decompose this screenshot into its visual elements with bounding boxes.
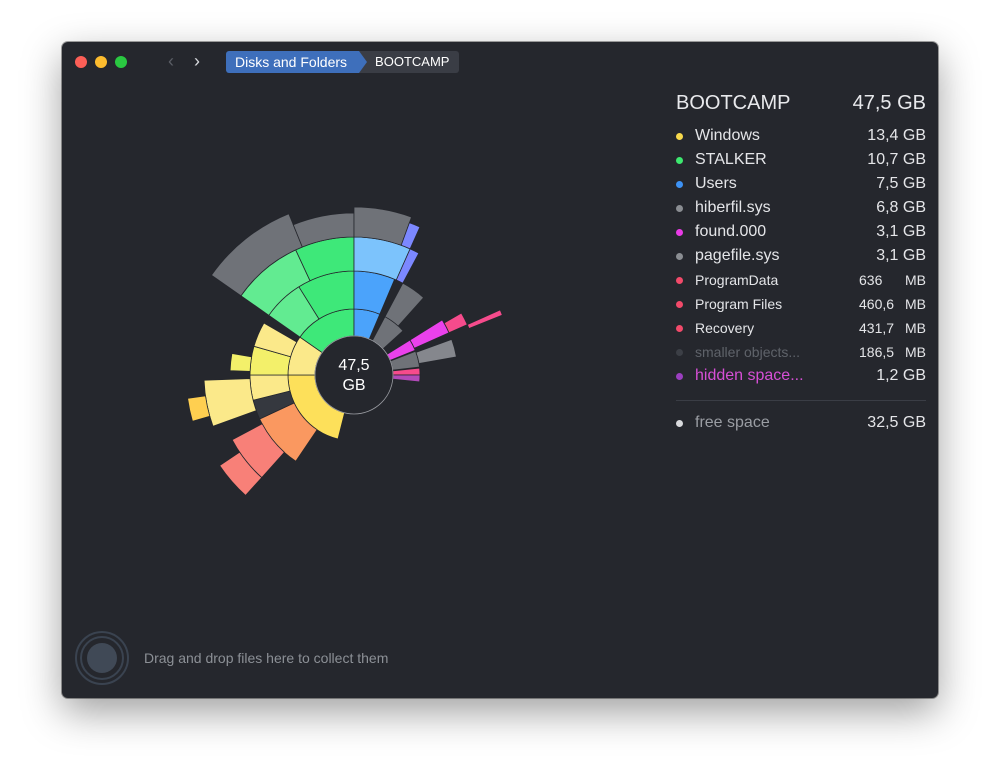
free-space-label: free space (695, 414, 770, 431)
free-space-row[interactable]: free space 32,5 GB (676, 411, 926, 435)
center-unit: GB (342, 377, 365, 394)
summary-item-size: 1,2 GB (876, 367, 926, 384)
summary-item-size: 460,6 MB (859, 296, 926, 312)
programdata-sub-segment[interactable] (443, 312, 468, 334)
legend-dot-icon (676, 348, 683, 356)
windows-sub-segment[interactable] (229, 353, 253, 372)
summary-list: Windows 13,4 GB STALKER 10,7 GB Users 7,5 GB h… (676, 124, 926, 388)
disk-name: BOOTCAMP (676, 92, 791, 114)
summary-item-size: 10,7 GB (867, 151, 926, 168)
legend-dot-icon (676, 228, 683, 236)
summary-item[interactable]: found.000 3,1 GB (676, 220, 926, 244)
summary-divider (676, 400, 926, 401)
programdata-sub-segment[interactable] (466, 309, 503, 330)
windows-sub-segment[interactable] (203, 378, 257, 427)
center-value: 47,5 (338, 357, 369, 374)
summary-item-size: 186,5 MB (859, 344, 926, 360)
summary-item[interactable]: Program Files 460,6 MB (676, 292, 926, 316)
summary-header: BOOTCAMP 47,5 GB (676, 90, 926, 116)
summary-item-name: hidden space... (695, 367, 804, 384)
summary-item-name: hiberfil.sys (695, 199, 771, 216)
summary-item[interactable]: hidden space... 1,2 GB (676, 364, 926, 388)
summary-item-name: smaller objects... (695, 344, 801, 360)
sunburst-chart[interactable]: 47,5 GB (62, 42, 622, 602)
summary-item-size-unit: MB (905, 344, 926, 360)
summary-item[interactable]: Users 7,5 GB (676, 172, 926, 196)
hidden-space-segment[interactable] (392, 374, 421, 383)
summary-item-name: Program Files (695, 296, 783, 312)
summary-item-size: 636 MB (859, 272, 926, 288)
summary-item-name: STALKER (695, 151, 767, 168)
dropzone-hint: Drag and drop files here to collect them (144, 650, 389, 666)
legend-dot-icon (676, 372, 683, 380)
summary-item-size: 13,4 GB (867, 127, 926, 144)
legend-dot-icon (676, 419, 683, 427)
users-sub-segment[interactable] (353, 270, 396, 315)
summary-item-size: 6,8 GB (876, 199, 926, 216)
summary-item-size: 7,5 GB (876, 175, 926, 192)
legend-dot-icon (676, 252, 683, 260)
summary-item-size: 3,1 GB (876, 223, 926, 240)
legend-dot-icon (676, 132, 683, 140)
summary-item-name: Windows (695, 127, 760, 144)
windows-sub-segment[interactable] (187, 395, 211, 422)
summary-item-size-value: 460,6 (859, 296, 895, 312)
summary-item-size-unit: MB (905, 320, 926, 336)
summary-item-size-unit: MB (905, 272, 926, 288)
summary-item[interactable]: hiberfil.sys 6,8 GB (676, 196, 926, 220)
summary-item[interactable]: smaller objects... 186,5 MB (676, 340, 926, 364)
summary-item-size-value: 186,5 (859, 344, 895, 360)
summary-item-size-value: 636 (859, 272, 883, 288)
summary-item-name: Recovery (695, 320, 755, 336)
legend-dot-icon (676, 180, 683, 188)
summary-item[interactable]: STALKER 10,7 GB (676, 148, 926, 172)
summary-item-size: 3,1 GB (876, 247, 926, 264)
legend-dot-icon (676, 156, 683, 164)
summary-panel: BOOTCAMP 47,5 GB Windows 13,4 GB STALKER 10… (676, 90, 926, 435)
legend-dot-icon (676, 324, 683, 332)
summary-item-size-unit: MB (905, 296, 926, 312)
summary-item[interactable]: Windows 13,4 GB (676, 124, 926, 148)
free-space-size: 32,5 GB (867, 414, 926, 431)
collect-dropzone-icon[interactable] (74, 630, 130, 686)
hiberfil-sub-segment[interactable] (384, 282, 425, 327)
summary-item-name: Users (695, 175, 737, 192)
summary-item-size: 431,7 MB (859, 320, 926, 336)
app-window: ‹ › Disks and Folders BOOTCAMP 47,5 GB B… (62, 42, 938, 698)
legend-dot-icon (676, 204, 683, 212)
summary-item-name: pagefile.sys (695, 247, 780, 264)
disk-total-size: 47,5 GB (852, 92, 926, 114)
summary-item[interactable]: ProgramData 636 MB (676, 268, 926, 292)
summary-item[interactable]: pagefile.sys 3,1 GB (676, 244, 926, 268)
legend-dot-icon (676, 300, 683, 308)
center-circle[interactable] (314, 335, 394, 415)
legend-dot-icon (676, 276, 683, 284)
summary-item-name: found.000 (695, 223, 767, 240)
summary-item[interactable]: Recovery 431,7 MB (676, 316, 926, 340)
summary-item-name: ProgramData (695, 272, 779, 288)
summary-item-size-value: 431,7 (859, 320, 895, 336)
